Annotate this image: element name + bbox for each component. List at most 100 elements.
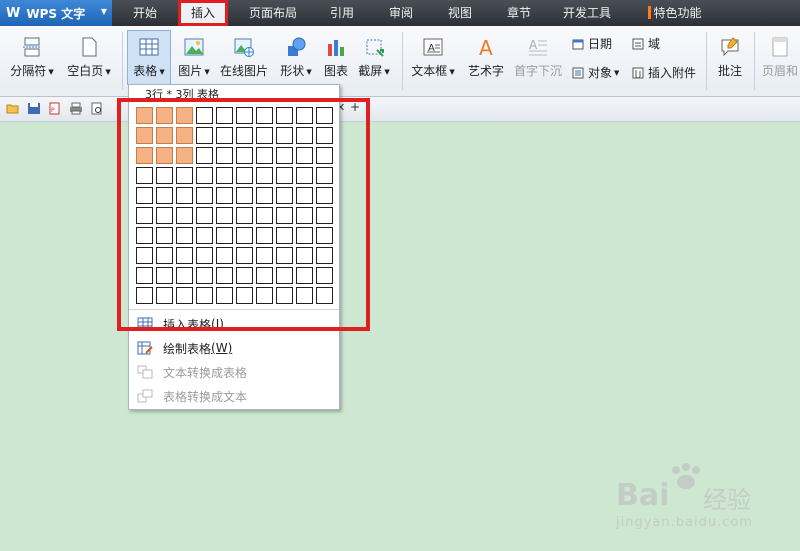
grid-cell[interactable]	[296, 227, 313, 244]
grid-cell[interactable]	[316, 247, 333, 264]
screenshot-button[interactable]: 截屏 ▼	[354, 36, 394, 79]
new-tab-icon[interactable]: +	[350, 100, 360, 114]
grid-cell[interactable]	[176, 267, 193, 284]
grid-cell[interactable]	[156, 227, 173, 244]
grid-cell[interactable]	[276, 267, 293, 284]
text-to-table-menu-item[interactable]: 文本转换成表格	[137, 361, 247, 383]
grid-cell[interactable]	[316, 267, 333, 284]
grid-cell[interactable]	[196, 127, 213, 144]
grid-cell[interactable]	[156, 107, 173, 124]
grid-cell[interactable]	[156, 167, 173, 184]
grid-cell[interactable]	[216, 227, 233, 244]
grid-cell[interactable]	[216, 187, 233, 204]
blank-page-button[interactable]: 空白页 ▼	[64, 36, 114, 79]
grid-cell[interactable]	[316, 147, 333, 164]
grid-cell[interactable]	[256, 207, 273, 224]
object-button[interactable]: 对象 ▼	[572, 64, 619, 81]
grid-cell[interactable]	[296, 107, 313, 124]
grid-cell[interactable]	[236, 187, 253, 204]
grid-cell[interactable]	[136, 127, 153, 144]
grid-cell[interactable]	[276, 287, 293, 304]
online-picture-button[interactable]: 在线图片	[218, 36, 270, 79]
grid-cell[interactable]	[256, 227, 273, 244]
grid-cell[interactable]	[256, 267, 273, 284]
grid-cell[interactable]	[136, 207, 153, 224]
grid-cell[interactable]	[236, 167, 253, 184]
grid-cell[interactable]	[156, 127, 173, 144]
app-menu-button[interactable]: W WPS 文字 ▼	[0, 0, 112, 26]
tab-review[interactable]: 审阅	[378, 0, 424, 26]
grid-cell[interactable]	[296, 267, 313, 284]
field-button[interactable]: 域	[632, 35, 660, 52]
grid-cell[interactable]	[156, 267, 173, 284]
table-to-text-menu-item[interactable]: 表格转换成文本	[137, 385, 247, 407]
tab-view[interactable]: 视图	[437, 0, 483, 26]
grid-cell[interactable]	[316, 127, 333, 144]
grid-cell[interactable]	[176, 187, 193, 204]
grid-cell[interactable]	[156, 287, 173, 304]
word-art-button[interactable]: A 艺术字	[466, 36, 506, 79]
grid-cell[interactable]	[236, 207, 253, 224]
grid-cell[interactable]	[136, 287, 153, 304]
grid-cell[interactable]	[196, 227, 213, 244]
grid-cell[interactable]	[276, 167, 293, 184]
grid-cell[interactable]	[236, 127, 253, 144]
print-icon[interactable]	[69, 102, 83, 115]
grid-cell[interactable]	[216, 267, 233, 284]
grid-cell[interactable]	[156, 247, 173, 264]
grid-cell[interactable]	[196, 167, 213, 184]
grid-cell[interactable]	[216, 287, 233, 304]
print-preview-icon[interactable]	[90, 102, 104, 115]
grid-cell[interactable]	[316, 167, 333, 184]
grid-cell[interactable]	[316, 287, 333, 304]
tab-developer[interactable]: 开发工具	[556, 0, 618, 26]
grid-cell[interactable]	[316, 207, 333, 224]
shapes-button[interactable]: 形状 ▼	[276, 36, 316, 79]
grid-cell[interactable]	[296, 287, 313, 304]
date-button[interactable]: 日期	[572, 35, 612, 52]
grid-cell[interactable]	[176, 127, 193, 144]
insert-attachment-button[interactable]: 插入附件	[632, 64, 696, 81]
tab-home[interactable]: 开始	[122, 0, 168, 26]
grid-cell[interactable]	[176, 287, 193, 304]
grid-cell[interactable]	[196, 247, 213, 264]
grid-cell[interactable]	[276, 247, 293, 264]
grid-cell[interactable]	[196, 187, 213, 204]
grid-cell[interactable]	[256, 127, 273, 144]
grid-cell[interactable]	[236, 247, 253, 264]
grid-cell[interactable]	[316, 107, 333, 124]
tab-insert[interactable]: 插入	[178, 0, 228, 26]
insert-table-menu-item[interactable]: 插入表格 (I)	[137, 313, 224, 335]
grid-cell[interactable]	[216, 207, 233, 224]
grid-cell[interactable]	[176, 147, 193, 164]
grid-cell[interactable]	[136, 247, 153, 264]
grid-cell[interactable]	[296, 127, 313, 144]
grid-cell[interactable]	[276, 187, 293, 204]
grid-cell[interactable]	[136, 267, 153, 284]
grid-cell[interactable]	[176, 227, 193, 244]
grid-cell[interactable]	[276, 227, 293, 244]
grid-cell[interactable]	[236, 147, 253, 164]
grid-cell[interactable]	[176, 107, 193, 124]
grid-cell[interactable]	[196, 287, 213, 304]
grid-cell[interactable]	[256, 107, 273, 124]
grid-cell[interactable]	[196, 147, 213, 164]
draw-table-menu-item[interactable]: 绘制表格 (W)	[137, 337, 232, 359]
grid-cell[interactable]	[276, 147, 293, 164]
grid-cell[interactable]	[276, 127, 293, 144]
header-footer-button[interactable]: 页眉和	[760, 36, 800, 79]
grid-cell[interactable]	[296, 247, 313, 264]
comment-button[interactable]: 批注	[712, 36, 748, 79]
grid-cell[interactable]	[256, 287, 273, 304]
save-icon[interactable]	[27, 102, 41, 115]
grid-cell[interactable]	[156, 207, 173, 224]
drop-cap-button[interactable]: A 首字下沉	[512, 36, 564, 79]
section-break-button[interactable]: 分隔符 ▼	[8, 36, 56, 79]
grid-cell[interactable]	[296, 167, 313, 184]
chart-button[interactable]: 图表	[320, 36, 352, 79]
grid-cell[interactable]	[176, 167, 193, 184]
table-size-grid[interactable]	[136, 107, 333, 304]
grid-cell[interactable]	[236, 107, 253, 124]
grid-cell[interactable]	[136, 227, 153, 244]
grid-cell[interactable]	[256, 167, 273, 184]
